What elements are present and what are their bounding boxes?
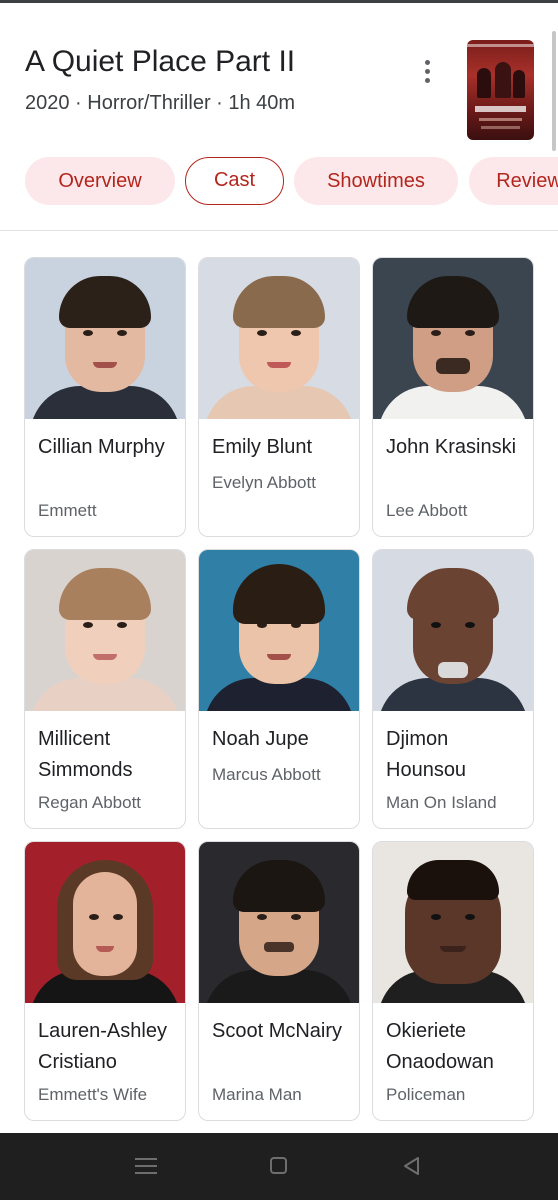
cast-role: Marina Man	[212, 1085, 302, 1104]
cast-card[interactable]: Emily Blunt Evelyn Abbott	[198, 257, 360, 537]
cast-photo	[373, 258, 533, 419]
recents-icon[interactable]	[135, 1158, 157, 1174]
back-icon[interactable]	[400, 1156, 424, 1176]
cast-name: John Krasinski	[386, 436, 517, 458]
cast-photo	[199, 842, 359, 1003]
cast-photo	[373, 550, 533, 711]
cast-photo	[25, 258, 185, 419]
cast-card[interactable]: Cillian Murphy Emmett	[24, 257, 186, 537]
cast-card[interactable]: Scoot McNairy Marina Man	[198, 841, 360, 1121]
cast-name: Emily Blunt	[212, 436, 313, 458]
cast-role: Regan Abbott	[38, 793, 142, 812]
cast-card[interactable]: Lauren-Ashley Cristiano Emmett's Wife	[24, 841, 186, 1121]
cast-role: Marcus Abbott	[212, 765, 321, 784]
cast-role: Man On Island	[386, 793, 497, 812]
cast-photo	[25, 550, 185, 711]
cast-name: Scoot McNairy	[212, 1020, 343, 1042]
cast-card[interactable]: Millicent Simmonds Regan Abbott	[24, 549, 186, 829]
cast-grid: Cillian Murphy Emmett Emily Blunt Evelyn…	[0, 0, 558, 1200]
cast-name: Lauren-Ashley Cristiano	[38, 1020, 167, 1073]
cast-name: Okieriete Onaodowan	[386, 1020, 494, 1073]
cast-name: Noah Jupe	[212, 728, 309, 750]
cast-photo	[25, 842, 185, 1003]
cast-photo	[199, 258, 359, 419]
cast-card[interactable]: Noah Jupe Marcus Abbott	[198, 549, 360, 829]
cast-name: Millicent Simmonds	[38, 728, 133, 781]
cast-photo	[199, 550, 359, 711]
cast-role: Policeman	[386, 1085, 466, 1104]
cast-role: Emmett	[38, 501, 97, 520]
cast-role: Emmett's Wife	[38, 1085, 148, 1104]
cast-card[interactable]: Djimon Hounsou Man On Island	[372, 549, 534, 829]
cast-card[interactable]: Okieriete Onaodowan Policeman	[372, 841, 534, 1121]
cast-photo	[373, 842, 533, 1003]
cast-name: Cillian Murphy	[38, 436, 165, 458]
cast-name: Djimon Hounsou	[386, 728, 467, 781]
home-icon[interactable]	[270, 1157, 287, 1174]
cast-role: Lee Abbott	[386, 501, 468, 520]
cast-card[interactable]: John Krasinski Lee Abbott	[372, 257, 534, 537]
cast-role: Evelyn Abbott	[212, 473, 316, 492]
